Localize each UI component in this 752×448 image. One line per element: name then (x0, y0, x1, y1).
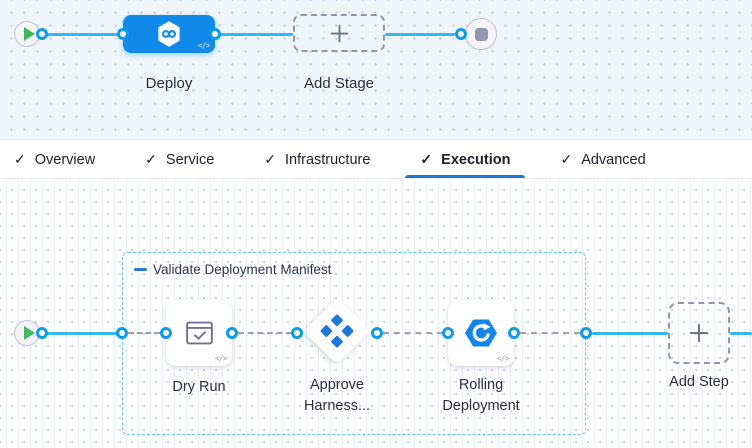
link-deploy-to-addstage (215, 33, 293, 36)
pipeline-end-node (465, 18, 497, 50)
dry-run-right-connector (226, 327, 238, 339)
plus-icon (686, 320, 712, 346)
step-label-dry-run: Dry Run (149, 377, 249, 398)
step-group-header[interactable]: Validate Deployment Manifest (134, 262, 331, 277)
check-icon: ✓ (145, 151, 157, 168)
code-icon: </> (198, 41, 210, 50)
tab-label: Overview (35, 152, 95, 168)
tab-service[interactable]: ✓ Service (145, 141, 214, 178)
stage-canvas: </> Deploy Add Stage (0, 0, 752, 140)
start-node-connector (36, 28, 48, 40)
approval-icon-wrap (319, 313, 355, 349)
plus-icon (327, 21, 352, 46)
tab-label: Infrastructure (285, 152, 370, 168)
stage-node-deploy[interactable]: </> (123, 15, 215, 53)
collapse-icon[interactable] (134, 268, 147, 271)
add-step-button[interactable] (668, 302, 730, 364)
group-right-connector (580, 327, 592, 339)
rolling-deployment-icon (464, 318, 498, 348)
check-icon: ✓ (264, 151, 276, 168)
play-icon (24, 326, 35, 340)
stage-label: Deploy (123, 73, 215, 94)
rolling-left-connector (442, 327, 454, 339)
step-label-approve: Approve Harness... (293, 375, 381, 417)
code-icon: </> (215, 354, 227, 363)
stage-config-tabbar: ✓ Overview ✓ Service ✓ Infrastructure ✓ … (0, 141, 752, 179)
code-icon: </> (497, 354, 509, 363)
approval-diamond-icon (319, 313, 355, 349)
check-icon: ✓ (420, 151, 432, 168)
link-group-to-addstep (592, 332, 668, 335)
active-tab-underline (405, 175, 525, 178)
link-start-to-deploy (42, 33, 123, 36)
tab-label: Service (166, 152, 214, 168)
add-step-label: Add Step (654, 372, 744, 393)
tab-overview[interactable]: ✓ Overview (14, 141, 95, 178)
link-addstage-to-end (385, 33, 455, 36)
pipeline-studio: </> Deploy Add Stage ✓ Overview ✓ Servic… (0, 0, 752, 448)
end-node-connector (455, 28, 467, 40)
start-node-connector (36, 327, 48, 339)
execution-canvas: Validate Deployment Manifest </> (0, 180, 752, 448)
dry-run-left-connector (160, 327, 172, 339)
deploy-left-connector (117, 28, 129, 40)
approve-left-connector (291, 327, 303, 339)
check-icon: ✓ (14, 151, 26, 168)
step-group-label: Validate Deployment Manifest (153, 262, 331, 277)
add-stage-button[interactable] (293, 14, 385, 52)
group-left-connector (116, 327, 128, 339)
tab-label: Execution (441, 152, 510, 168)
harness-logo-icon (157, 20, 181, 48)
stop-icon (475, 28, 488, 41)
step-node-rolling-deployment[interactable]: </> (448, 300, 514, 366)
tab-label: Advanced (581, 152, 646, 168)
tab-execution[interactable]: ✓ Execution (420, 141, 510, 178)
approve-right-connector (371, 327, 383, 339)
step-label-rolling: Rolling Deployment (426, 375, 536, 417)
rolling-right-connector (508, 327, 520, 339)
check-icon: ✓ (560, 151, 572, 168)
link-start-to-group (42, 332, 122, 335)
tab-advanced[interactable]: ✓ Advanced (560, 141, 645, 178)
dry-run-icon (186, 321, 213, 345)
step-node-dry-run[interactable]: </> (166, 300, 232, 366)
link-addstep-to-right-edge (730, 332, 752, 335)
tab-infrastructure[interactable]: ✓ Infrastructure (264, 141, 370, 178)
deploy-right-connector (209, 28, 221, 40)
add-stage-label: Add Stage (293, 73, 385, 94)
play-icon (24, 27, 35, 41)
